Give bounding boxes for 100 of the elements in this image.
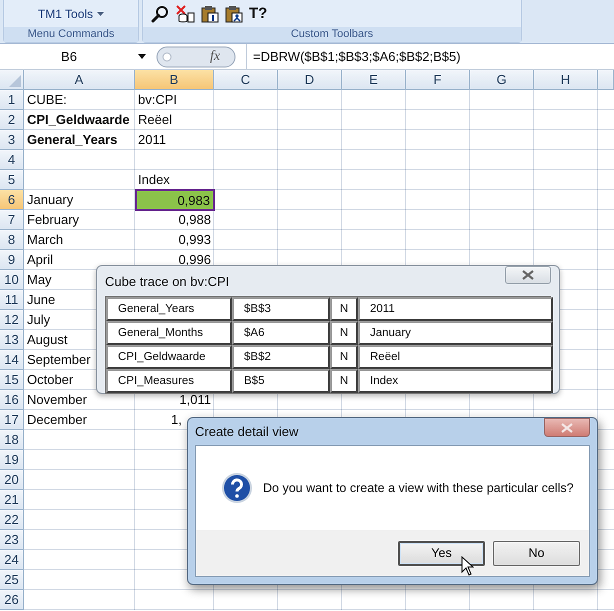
table-cell-text: July [26, 312, 52, 327]
table-cell-text: October [26, 372, 74, 387]
row-header[interactable]: 13 [0, 330, 24, 350]
row-header[interactable]: 26 [0, 590, 24, 610]
table-cell-text: bv:CPI [137, 92, 178, 107]
row-header[interactable]: 16 [0, 390, 24, 410]
table-cell-text: March [26, 232, 64, 247]
row-header[interactable]: 12 [0, 310, 24, 330]
question-icon [221, 472, 253, 504]
table-cell-text: CUBE: [26, 92, 68, 107]
table-cell-text: Index [137, 172, 171, 187]
table-cell-text: General_Years [26, 132, 118, 147]
search-icon[interactable] [151, 4, 169, 22]
row-header[interactable]: 11 [0, 290, 24, 310]
caret-icon [97, 12, 104, 16]
row-header[interactable]: 4 [0, 150, 24, 170]
clipboard-person-icon[interactable] [225, 4, 243, 22]
insert-function-button[interactable]: fx [210, 48, 220, 64]
dropdown-icon [138, 54, 146, 59]
table-cell: N [330, 369, 358, 393]
triangle-icon [9, 75, 21, 87]
table-cell-text: Reëel [137, 112, 173, 127]
table-cell-text: 0,993 [177, 232, 212, 247]
table-cell-text: 0,996 [177, 252, 212, 267]
close-button[interactable] [505, 266, 551, 284]
table-cell-text: September [26, 352, 92, 367]
table-cell-text: November [26, 392, 88, 407]
table-cell-text: 1, [170, 412, 183, 427]
row-header[interactable]: 21 [0, 490, 24, 510]
row-header[interactable]: 5 [0, 170, 24, 190]
tm1-tools-menu[interactable]: TM1 Tools [36, 4, 106, 22]
table-cell: $B$2 [232, 345, 330, 369]
row-header[interactable]: 24 [0, 550, 24, 570]
row-header[interactable]: 9 [0, 250, 24, 270]
row-header[interactable]: 10 [0, 270, 24, 290]
table-cell: 0,983 [135, 189, 215, 211]
row-header[interactable]: 18 [0, 430, 24, 450]
database-delete-icon[interactable] [175, 4, 195, 22]
table-cell-text: June [26, 292, 56, 307]
row-header[interactable]: 1 [0, 90, 24, 110]
table-cell: B$5 [232, 369, 330, 393]
close-button[interactable] [544, 418, 590, 437]
group-label: Menu Commands [4, 27, 138, 42]
table-cell: Index [358, 369, 553, 393]
table-cell: N [330, 321, 358, 345]
row-header[interactable]: 2 [0, 110, 24, 130]
row-header[interactable]: 20 [0, 470, 24, 490]
row-header[interactable]: 8 [0, 230, 24, 250]
table-cell-text: January [26, 192, 74, 207]
expand-handle-icon[interactable] [156, 46, 236, 68]
row-header[interactable]: 19 [0, 450, 24, 470]
column-header[interactable]: B [135, 70, 214, 90]
table-cell-text: August [26, 332, 68, 347]
mouse-cursor-icon [461, 556, 474, 576]
column-header[interactable]: A [24, 70, 135, 90]
row-header[interactable]: 6 [0, 190, 24, 210]
column-header[interactable]: C [214, 70, 278, 90]
table-cell: N [330, 345, 358, 369]
dialog-message: Do you want to create a view with these particular cells? [263, 481, 574, 495]
table-cell-text: 0,988 [177, 212, 212, 227]
table-cell-text: February [26, 212, 80, 227]
table-cell-text: May [26, 272, 53, 287]
table-cell: January [358, 321, 553, 345]
column-header[interactable]: D [278, 70, 342, 90]
row-header[interactable]: 14 [0, 350, 24, 370]
row-header[interactable]: 7 [0, 210, 24, 230]
window-title: Create detail view [195, 424, 298, 439]
table-cell: General_Months [106, 321, 232, 345]
table-cell-text: CPI_Geldwaarde [26, 112, 131, 127]
table-cell: General_Years [106, 297, 232, 321]
table-cell: $B$3 [232, 297, 330, 321]
column-header[interactable]: F [406, 70, 470, 90]
column-header[interactable]: H [534, 70, 598, 90]
group-label: Custom Toolbars [143, 27, 521, 42]
row-header[interactable]: 15 [0, 370, 24, 390]
table-cell: CPI_Geldwaarde [106, 345, 232, 369]
table-cell: CPI_Measures [106, 369, 232, 393]
table-cell-text: 1,011 [178, 392, 212, 407]
close-icon [522, 270, 534, 280]
dialog-button[interactable]: Yes [398, 540, 485, 566]
row-header[interactable]: 23 [0, 530, 24, 550]
close-icon [561, 422, 573, 432]
table-cell-text: December [26, 412, 88, 427]
help-tool-button[interactable]: T? [249, 6, 268, 22]
table-cell: 2011 [358, 297, 553, 321]
row-header[interactable]: 17 [0, 410, 24, 430]
window-title: Cube trace on bv:CPI [105, 274, 230, 288]
table-cell-text: 2011 [137, 132, 167, 147]
column-header[interactable]: G [470, 70, 534, 90]
dialog-button[interactable]: No [493, 540, 580, 566]
row-header[interactable]: 3 [0, 130, 24, 150]
table-cell: N [330, 297, 358, 321]
formula-field[interactable]: =DBRW($B$1;$B$3;$A6;$B$2;B$5) [246, 44, 614, 69]
table-cell: Reëel [358, 345, 553, 369]
name-box[interactable]: B6 [0, 49, 150, 64]
table-cell: $A6 [232, 321, 330, 345]
column-header[interactable]: E [342, 70, 406, 90]
row-header[interactable]: 22 [0, 510, 24, 530]
clipboard-icon[interactable] [201, 4, 219, 22]
row-header[interactable]: 25 [0, 570, 24, 590]
